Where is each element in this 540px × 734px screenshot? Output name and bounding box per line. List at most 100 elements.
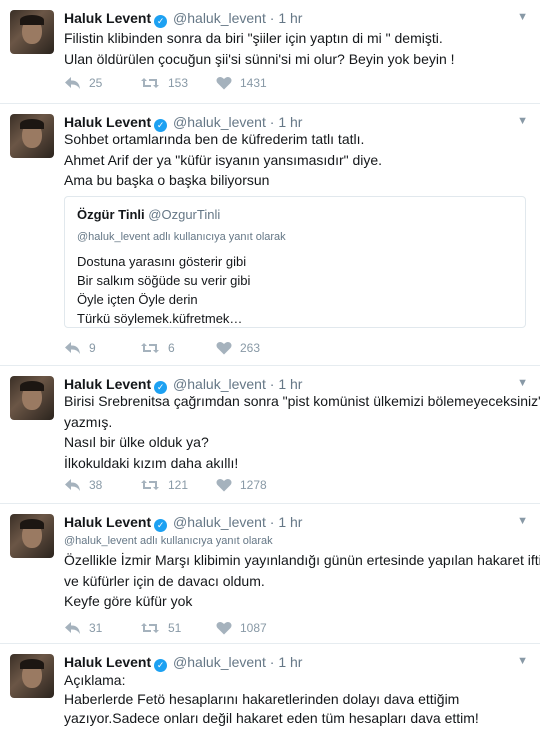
retweet-count: 153 — [168, 76, 189, 90]
separator-dot: · — [269, 114, 275, 130]
reply-count: 25 — [89, 76, 103, 90]
like-count: 1431 — [240, 76, 267, 90]
tweet-line: Birisi Srebrenitsa çağrımdan sonra "pist… — [64, 393, 540, 409]
tweet-line: Keyfe göre küfür yok — [64, 593, 193, 609]
tweet-line: Ama bu başka o başka biliyorsun — [64, 172, 270, 188]
quoted-tweet[interactable]: Özgür Tinli @OzgurTinli @haluk_levent ad… — [64, 196, 526, 328]
quoted-line: Türkü söylemek.küfretmek… — [77, 311, 243, 326]
quoted-author-name: Özgür Tinli — [77, 207, 145, 222]
avatar[interactable] — [10, 376, 54, 420]
reply-icon — [65, 622, 80, 634]
separator-dot: · — [269, 376, 275, 392]
retweet-button[interactable]: 153 — [140, 76, 188, 90]
like-count: 1087 — [240, 621, 267, 635]
retweet-icon — [141, 343, 159, 353]
author-handle[interactable]: @haluk_levent — [173, 654, 266, 670]
like-button[interactable]: 1431 — [216, 76, 267, 90]
tweet-line: yazıyor.Sadece onları değil hakaret eden… — [64, 710, 479, 726]
avatar[interactable] — [10, 654, 54, 698]
tweet-header: Haluk Levent ✓ @haluk_levent · 1 hr — [64, 9, 302, 28]
tweet[interactable]: Haluk Levent ✓ @haluk_levent · 1 hr ▼ Fil… — [0, 0, 540, 104]
reply-button[interactable]: 31 — [64, 621, 102, 635]
heart-icon — [216, 621, 232, 635]
retweet-count: 6 — [168, 341, 175, 355]
tweet-line: Özellikle İzmir Marşı klibimin yayınland… — [64, 552, 540, 568]
reply-button[interactable]: 9 — [64, 341, 96, 355]
avatar[interactable] — [10, 10, 54, 54]
tweet-text: Özellikle İzmir Marşı klibimin yayınland… — [64, 550, 540, 612]
heart-icon — [216, 76, 232, 90]
quoted-line: Dostuna yarasını gösterir gibi — [77, 254, 247, 269]
heart-icon — [216, 478, 232, 492]
tweet-header: Haluk Levent ✓ @haluk_levent · 1 hr — [64, 513, 302, 532]
quoted-tweet-header: Özgür Tinli @OzgurTinli — [77, 207, 220, 222]
reply-icon — [65, 479, 80, 491]
tweet-timestamp[interactable]: 1 hr — [278, 654, 302, 670]
retweet-button[interactable]: 51 — [140, 621, 181, 635]
reply-count: 38 — [89, 478, 103, 492]
reply-icon — [65, 342, 80, 354]
author-name[interactable]: Haluk Levent — [64, 376, 151, 392]
retweet-icon — [141, 480, 159, 490]
separator-dot: · — [269, 514, 275, 530]
tweet-line: Filistin klibinden sonra da biri "şiiler… — [64, 30, 443, 46]
like-button[interactable]: 263 — [216, 341, 260, 355]
author-handle[interactable]: @haluk_levent — [173, 114, 266, 130]
author-name[interactable]: Haluk Levent — [64, 654, 151, 670]
tweet-timestamp[interactable]: 1 hr — [278, 514, 302, 530]
reply-count: 31 — [89, 621, 103, 635]
author-name[interactable]: Haluk Levent — [64, 10, 151, 26]
tweet-text: Açıklama: Haberlerde Fetö hesaplarını ha… — [64, 671, 479, 728]
tweet[interactable]: Haluk Levent ✓ @haluk_levent · 1 hr ▼ @ha… — [0, 504, 540, 644]
reply-icon — [65, 77, 80, 89]
avatar[interactable] — [10, 514, 54, 558]
quoted-line: Bir salkım söğüde su verir gibi — [77, 273, 251, 288]
separator-dot: · — [269, 654, 275, 670]
reply-context[interactable]: @haluk_levent adlı kullanıcıya yanıt ola… — [64, 535, 273, 547]
verified-badge-icon: ✓ — [154, 519, 168, 532]
tweet-header: Haluk Levent ✓ @haluk_levent · 1 hr — [64, 653, 302, 672]
author-name[interactable]: Haluk Levent — [64, 114, 151, 130]
reply-button[interactable]: 25 — [64, 76, 102, 90]
retweet-count: 51 — [168, 621, 182, 635]
retweet-icon — [141, 623, 159, 633]
tweet-line: İlkokuldaki kızım daha akıllı! — [64, 454, 239, 471]
tweet-text: Filistin klibinden sonra da biri "şiiler… — [64, 28, 455, 69]
author-handle[interactable]: @haluk_levent — [173, 10, 266, 26]
quoted-tweet-text: Dostuna yarasını gösterir gibi Bir salkı… — [77, 252, 250, 328]
avatar[interactable] — [10, 114, 54, 158]
tweet-timestamp[interactable]: 1 hr — [278, 376, 302, 392]
tweet-line: ve küfürler için de davacı oldum. — [64, 572, 265, 589]
quoted-reply-context: @haluk_levent adlı kullanıcıya yanıt ola… — [77, 231, 286, 243]
tweet-text: Birisi Srebrenitsa çağrımdan sonra "pist… — [64, 391, 540, 473]
tweet-timestamp[interactable]: 1 hr — [278, 10, 302, 26]
retweet-button[interactable]: 121 — [140, 478, 188, 492]
chevron-down-icon[interactable]: ▼ — [517, 655, 528, 667]
author-handle[interactable]: @haluk_levent — [173, 514, 266, 530]
tweet[interactable]: Haluk Levent ✓ @haluk_levent · 1 hr ▼ Bir… — [0, 366, 540, 504]
tweet-line: Nasıl bir ülke olduk ya? — [64, 434, 209, 450]
tweet-line: Sohbet ortamlarında ben de küfrederim ta… — [64, 131, 365, 147]
chevron-down-icon[interactable]: ▼ — [517, 515, 528, 527]
tweet-line: Ahmet Arif der ya "küfür isyanın yansıma… — [64, 151, 383, 168]
chevron-down-icon[interactable]: ▼ — [517, 377, 528, 389]
retweet-icon — [141, 78, 159, 88]
tweet[interactable]: Haluk Levent ✓ @haluk_levent · 1 hr ▼ Soh… — [0, 104, 540, 366]
reply-button[interactable]: 38 — [64, 478, 102, 492]
chevron-down-icon[interactable]: ▼ — [517, 11, 528, 23]
author-handle[interactable]: @haluk_levent — [173, 376, 266, 392]
separator-dot: · — [269, 10, 275, 26]
author-name[interactable]: Haluk Levent — [64, 514, 151, 530]
tweet-line: Haberlerde Fetö hesaplarını hakaretlerin… — [64, 691, 460, 707]
verified-badge-icon: ✓ — [154, 15, 168, 28]
reply-count: 9 — [89, 341, 96, 355]
heart-icon — [216, 341, 232, 355]
quoted-author-handle: @OzgurTinli — [148, 207, 221, 222]
chevron-down-icon[interactable]: ▼ — [517, 115, 528, 127]
tweet-timestamp[interactable]: 1 hr — [278, 114, 302, 130]
like-button[interactable]: 1278 — [216, 478, 267, 492]
tweet-line: yazmış. — [64, 413, 113, 430]
like-button[interactable]: 1087 — [216, 621, 267, 635]
retweet-button[interactable]: 6 — [140, 341, 175, 355]
tweet[interactable]: Haluk Levent ✓ @haluk_levent · 1 hr ▼ Açı… — [0, 644, 540, 734]
